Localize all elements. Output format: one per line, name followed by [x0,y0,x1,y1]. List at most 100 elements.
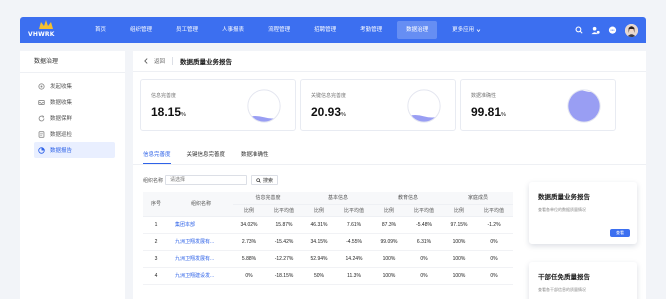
logo-crown-icon [39,20,53,29]
main-content: 返回 数据质量业务报告 信息完善度 18.15% 关键信息完善度 20.93% … [133,51,646,299]
col-ratio: 比例 [233,204,265,217]
cell-vs-avg: 11.3% [335,267,373,285]
cell-ratio: 52.94% [303,250,335,268]
sidebar-item-initiate-collection[interactable]: 发起收集 [34,78,115,94]
avatar[interactable] [625,23,638,37]
liquid-gauge [567,89,601,123]
org-filter-label: 组织名称 [143,177,164,184]
chevron-left-icon [144,58,148,64]
back-label: 返回 [154,59,166,65]
org-link[interactable]: 集团本部 [169,216,233,234]
main-nav: 首页 组织管理 员工管理 人事报表 流程管理 招聘管理 考勤管理 数据治理 更多… [86,17,496,43]
metric-label: 数据准确性 [471,93,497,99]
nav-item-workflow[interactable]: 流程管理 [259,21,299,39]
metric-label: 关键信息完善度 [311,93,347,99]
cell-vs-avg: 6.31% [405,233,443,251]
back-button[interactable]: 返回 [143,57,165,65]
tab-key-info-completeness[interactable]: 关键信息完善度 [187,150,226,164]
nav-item-employee[interactable]: 员工管理 [167,21,207,39]
inbox-icon [38,99,45,105]
brand-logo[interactable]: VHWRK [26,17,66,43]
nav-item-more-apps[interactable]: 更多应用 [443,21,490,39]
row-index: 4 [143,267,169,285]
org-link[interactable]: 九洲卫翔建设发... [169,267,233,285]
sidebar-item-data-collection[interactable]: 数据收集 [34,94,115,110]
preview-title: 数据质量业务报告 [538,194,590,201]
sidebar-item-data-freshness[interactable]: 数据保鲜 [34,110,115,126]
gauge-fill [248,115,280,122]
col-index: 序号 [143,192,169,217]
cell-vs-avg: -18.15% [265,267,303,285]
nav-item-data-governance[interactable]: 数据治理 [397,21,438,39]
cell-vs-avg: -15.42% [265,233,303,251]
view-button[interactable]: 查看 [610,229,630,237]
preview-description: 查看各干部信息的质量情况 [538,287,586,292]
cell-ratio: 34.15% [303,233,335,251]
cell-vs-avg: -5.48% [405,216,443,234]
nav-item-recruit[interactable]: 招聘管理 [305,21,345,39]
col-group: 家庭成员 [443,192,513,205]
report-tabs: 信息完善度 关键信息完善度 数据准确性 [133,143,646,165]
sidebar-item-label: 数据报告 [50,148,73,154]
sidebar-item-data-report[interactable]: 数据报告 [34,142,115,158]
col-group: 基本信息 [303,192,373,205]
metric-unit: % [501,112,506,118]
liquid-gauge [247,89,281,123]
report-icon [38,146,45,154]
cell-ratio: 100% [443,267,475,285]
col-vs-avg: 比平均值 [475,204,513,217]
col-org: 组织名称 [169,192,233,217]
cell-vs-avg: 14.24% [335,250,373,268]
col-vs-avg: 比平均值 [265,204,303,217]
nav-item-home[interactable]: 首页 [86,21,115,39]
cell-vs-avg: -4.55% [335,233,373,251]
metric-number: 99.81 [471,105,502,119]
cell-ratio: 50% [303,267,335,285]
nav-item-hr-report[interactable]: 人事报表 [213,21,253,39]
cell-vs-avg: 0% [405,250,443,268]
gear-icon [38,82,45,90]
tab-data-accuracy[interactable]: 数据准确性 [241,150,269,164]
search-button-label: 搜索 [263,177,274,184]
col-group: 信息完善度 [233,192,303,205]
nav-item-attendance[interactable]: 考勤管理 [351,21,391,39]
filter-bar: 组织名称 搜索 [143,175,279,185]
cell-vs-avg: 0% [475,250,513,268]
header-actions [566,23,638,37]
message-icon[interactable] [608,26,617,35]
metric-unit: % [181,112,186,118]
search-icon[interactable] [574,26,583,35]
cell-ratio: 100% [373,250,405,268]
gauge-fill [568,90,600,122]
report-preview-card-secondary[interactable]: 干部任免质量报告 查看各干部信息的质量情况 [529,262,637,299]
metric-value: 18.15% [151,105,186,119]
col-ratio: 比例 [373,204,405,217]
org-link[interactable]: 九洲卫翔发展有... [169,233,233,251]
table-row: 2 九洲卫翔发展有... 2.73% -15.42% 34.15% -4.55% 99.09… [143,233,513,251]
metric-number: 18.15 [151,105,182,119]
metric-unit: % [341,112,346,118]
cell-ratio: 99.09% [373,233,405,251]
metric-card-key-info-completeness: 关键信息完善度 20.93% [300,79,456,131]
logo-text: VHWRK [28,31,55,38]
col-group: 教育信息 [373,192,443,205]
cell-ratio: 5.88% [233,250,265,268]
row-index: 2 [143,233,169,251]
col-vs-avg: 比平均值 [335,204,373,217]
org-link[interactable]: 九洲卫翔发展有... [169,250,233,268]
cell-ratio: 97.15% [443,216,475,234]
sidebar-item-label: 发起收集 [50,84,73,90]
nav-item-org[interactable]: 组织管理 [121,21,161,39]
search-button[interactable]: 搜索 [251,175,279,185]
metric-card-data-accuracy: 数据准确性 99.81% [460,79,616,131]
cell-vs-avg: -12.27% [265,250,303,268]
report-preview-card[interactable]: 数据质量业务报告 查看各单位的数据质量情况 查看 [529,182,637,244]
page-title: 数据质量业务报告 [180,59,233,66]
cell-vs-avg: -1.2% [475,216,513,234]
user-settings-icon[interactable] [591,26,600,35]
tab-info-completeness[interactable]: 信息完善度 [143,150,171,164]
org-select[interactable] [165,175,247,185]
sidebar-item-data-inspection[interactable]: 数据巡检 [34,126,115,142]
metric-number: 20.93 [311,105,342,119]
cell-vs-avg: 7.61% [335,216,373,234]
